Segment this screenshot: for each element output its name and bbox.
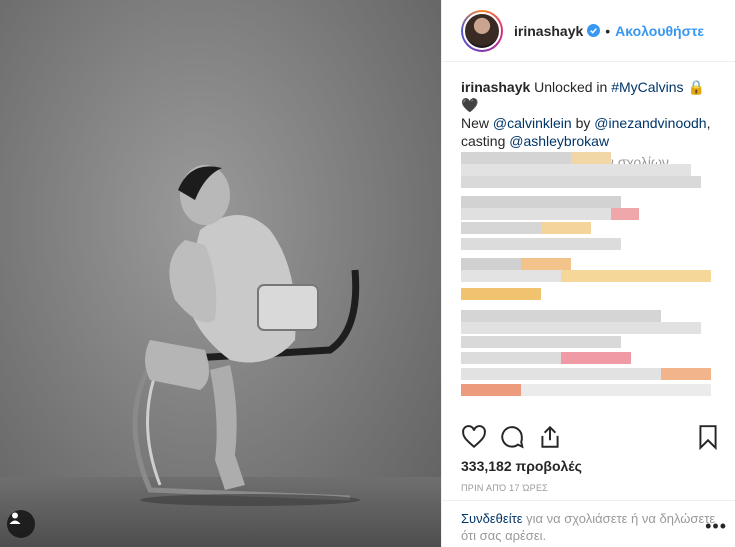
share-icon[interactable]: [537, 424, 563, 450]
pixel-block: [461, 384, 521, 396]
post-side-panel: irinashayk • Ακολουθήστε irinashayk Unlo…: [441, 0, 735, 547]
more-options-button[interactable]: •••: [705, 517, 727, 535]
pixel-block: [461, 352, 561, 364]
pixel-block: [461, 322, 701, 334]
pixel-block: [461, 222, 541, 234]
header-username[interactable]: irinashayk: [514, 23, 583, 39]
heart-icon[interactable]: [461, 424, 487, 450]
pixel-block: [541, 222, 591, 234]
pixel-block: [461, 238, 621, 250]
obscured-comments: [461, 152, 713, 402]
caption-mention[interactable]: @ashleybrokaw: [509, 133, 609, 149]
pixel-block: [461, 288, 541, 300]
pixel-block: [561, 270, 711, 282]
user-tag-icon: [9, 512, 21, 524]
verified-badge-icon: [587, 24, 601, 37]
avatar[interactable]: [461, 9, 503, 52]
comment-icon[interactable]: [499, 424, 525, 450]
header-separator: •: [605, 22, 611, 39]
photo-subject: [132, 165, 360, 506]
post-timestamp: ΠΡΙΝ ΑΠΌ 17 ΏΡΕΣ: [461, 483, 549, 493]
caption-text: Unlocked in: [534, 79, 612, 95]
post-caption: irinashayk Unlocked in #MyCalvins 🔒🖤 New…: [442, 62, 735, 150]
pixel-block: [461, 208, 611, 220]
pixel-block: [461, 310, 661, 322]
pixel-block: [661, 368, 711, 380]
user-tag-button[interactable]: [7, 510, 35, 538]
follow-button[interactable]: Ακολουθήστε: [615, 23, 704, 39]
comment-footer: Συνδεθείτε για να σχολιάσετε ή να δηλώσε…: [442, 500, 735, 547]
caption-text: New: [461, 115, 493, 131]
post-photo[interactable]: [0, 0, 441, 547]
pixel-block: [561, 352, 631, 364]
caption-mention[interactable]: @inezandvinoodh: [594, 115, 706, 131]
login-link[interactable]: Συνδεθείτε: [461, 511, 523, 526]
pixel-block: [521, 384, 711, 396]
views-count[interactable]: 333,182 προβολές: [461, 458, 582, 474]
pixel-block: [461, 368, 661, 380]
caption-hashtag[interactable]: #MyCalvins: [611, 79, 683, 95]
pixel-block: [461, 196, 621, 208]
pixel-block: [461, 164, 691, 176]
pixel-block: [571, 152, 611, 164]
pixel-block: [461, 176, 701, 188]
pixel-block: [461, 152, 571, 164]
post-actions: [461, 422, 721, 452]
pixel-block: [461, 336, 621, 348]
caption-mention[interactable]: @calvinklein: [493, 115, 572, 131]
pixel-block: [611, 208, 639, 220]
pixel-block: [461, 270, 561, 282]
caption-text: by: [571, 115, 595, 131]
pixel-block: [461, 258, 521, 270]
caption-username[interactable]: irinashayk: [461, 79, 530, 95]
post-header: irinashayk • Ακολουθήστε: [442, 0, 735, 62]
bookmark-icon[interactable]: [695, 424, 721, 450]
pixel-block: [521, 258, 571, 270]
